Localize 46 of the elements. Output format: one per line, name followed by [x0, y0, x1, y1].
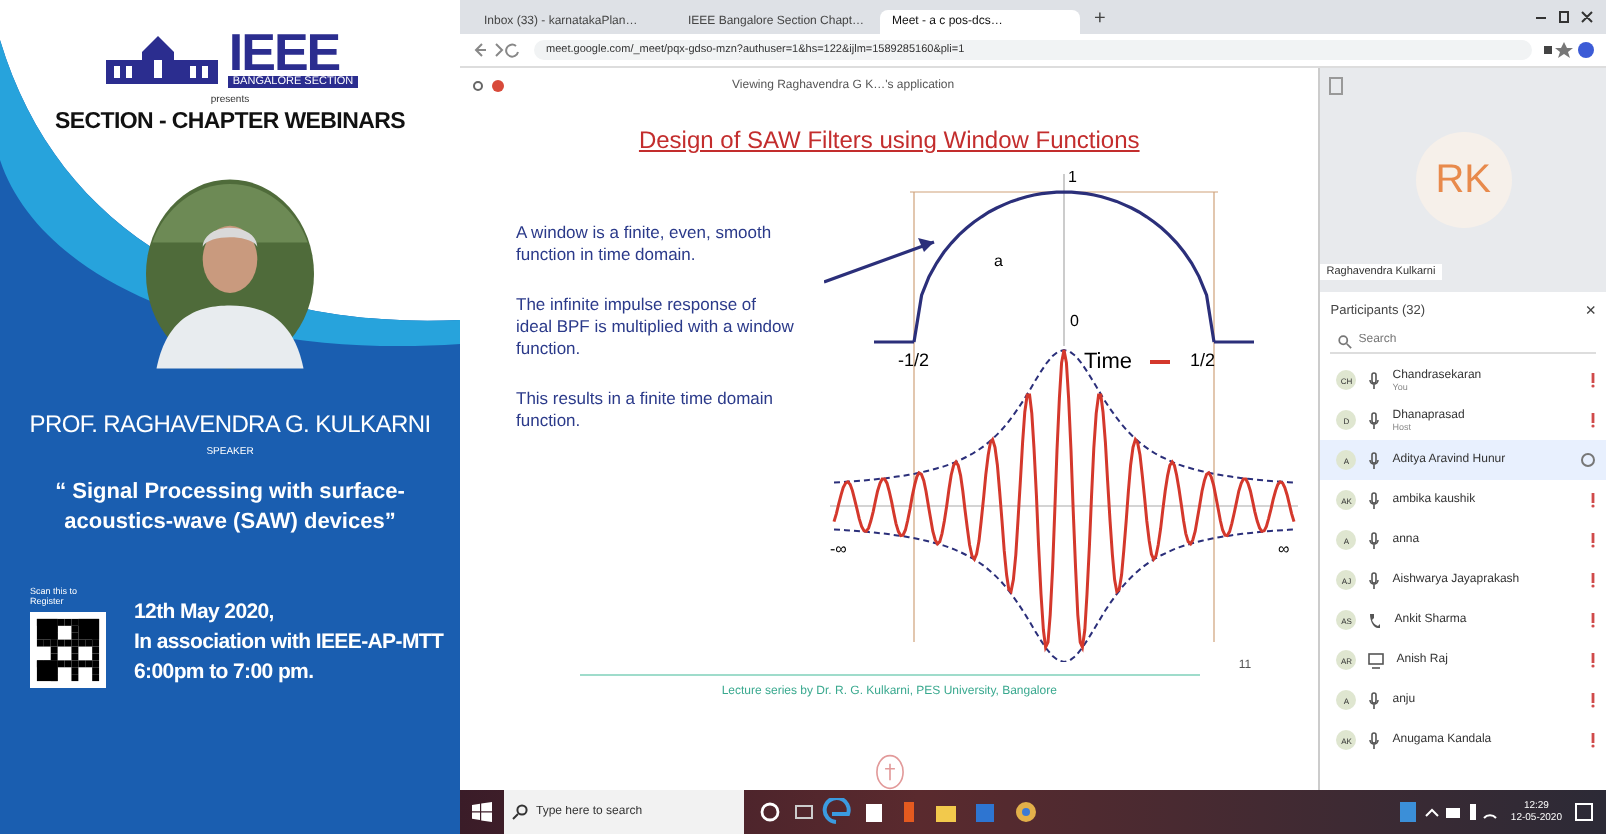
- search-icon: [512, 804, 528, 820]
- pin-circle-icon[interactable]: [1580, 452, 1596, 468]
- system-tray-icons[interactable]: [1398, 800, 1499, 824]
- monitor-icon: [1368, 651, 1385, 669]
- microphone-icon: [1368, 491, 1381, 509]
- microphone-icon: [1368, 451, 1381, 469]
- talk-title: “ Signal Processing with surface-acoustics-wave (SAW) devices”: [53, 478, 407, 538]
- axis-label: Time: [1084, 350, 1133, 374]
- microphone-icon: [1368, 411, 1381, 429]
- phone-icon: [1368, 611, 1383, 629]
- pointer-arrow: [824, 238, 935, 284]
- axis-label: ∞: [1278, 540, 1290, 558]
- notifications-icon[interactable]: [1574, 802, 1594, 822]
- slide-paragraph: This results in a finite time domain function.: [516, 388, 775, 432]
- microphone-icon: [1368, 571, 1381, 589]
- slide-paragraph: The infinite impulse response of ideal BPF is multiplied with a window function.: [516, 294, 796, 360]
- axis-label: -∞: [830, 540, 847, 558]
- event-date: 12th May 2020,: [134, 598, 276, 628]
- ieee-logo-text: IEEE: [228, 28, 340, 76]
- axis-label: 1: [1068, 168, 1077, 186]
- navigation-icon[interactable]: [472, 42, 524, 58]
- microphone-icon: [1368, 371, 1381, 389]
- axis-label: 1/2: [1190, 350, 1216, 370]
- new-tab-button[interactable]: +: [1084, 8, 1116, 34]
- close-button[interactable]: ×: [1585, 300, 1596, 320]
- microphone-icon: [1368, 531, 1381, 549]
- window-controls-icon[interactable]: [1534, 9, 1594, 25]
- presenter-avatar: RK: [1415, 132, 1512, 228]
- axis-label: a: [994, 252, 1003, 270]
- axis-label: -1/2: [898, 350, 930, 370]
- slide-paragraph: A window is a finite, even, smooth function in time domain.: [516, 222, 774, 266]
- microphone-icon: [1368, 731, 1381, 749]
- search-icon: [1338, 334, 1353, 348]
- start-button[interactable]: [472, 802, 492, 822]
- qr-code-icon: [30, 612, 106, 688]
- seal-icon: [871, 754, 908, 790]
- event-time: 6:00pm to 7:00 pm.: [134, 658, 316, 688]
- extension-icons[interactable]: [1542, 40, 1594, 60]
- association-text: In association with IEEE-AP-MTT: [134, 628, 444, 658]
- microphone-icon: [1368, 691, 1381, 709]
- building-logo-icon: [102, 32, 223, 88]
- series-title: SECTION - CHAPTER WEBINARS: [55, 110, 405, 134]
- pin-icon[interactable]: [1328, 76, 1345, 96]
- speaker-name: PROF. RAGHAVENDRA G. KULKARNI: [29, 410, 431, 438]
- slide-title: Design of SAW Filters using Window Functions: [638, 126, 1140, 154]
- axis-label: 0: [1070, 312, 1079, 330]
